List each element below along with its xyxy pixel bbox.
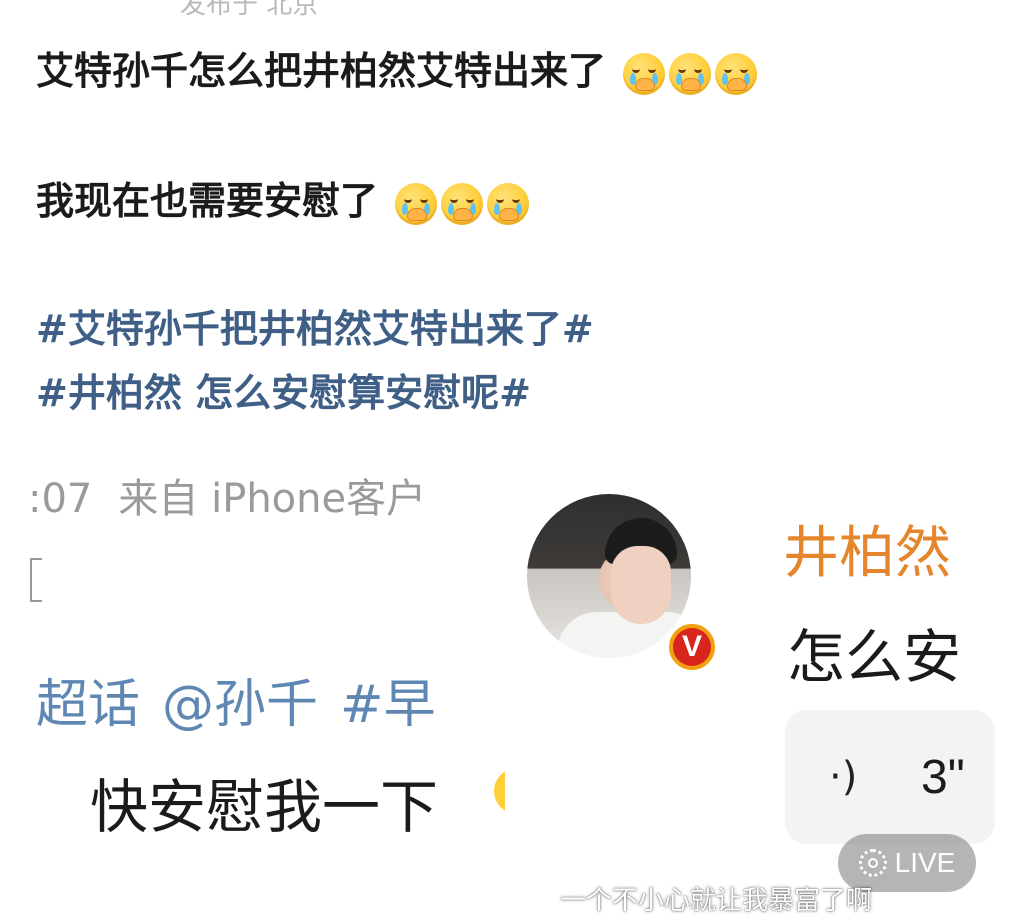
cut-off-glyph: [30, 558, 42, 602]
watermark: 一个不小心就让我暴富了啊: [560, 886, 873, 916]
post-text: 艾特孙千怎么把井柏然艾特出来了: [36, 49, 607, 93]
sound-wave-icon: ·): [829, 754, 858, 800]
embedded-screenshot-left: :07 来自 iPhone客户 超话 @孙千 #早 快安慰我一下: [0, 448, 505, 919]
post-text: 我现在也需要安慰了: [36, 179, 379, 223]
hashtag-link[interactable]: #井柏然 怎么安慰算安慰呢#: [36, 374, 531, 412]
emoji-group: [623, 52, 758, 95]
post-source: 来自 iPhone客户: [118, 476, 427, 522]
crying-face-emoji: [487, 182, 530, 225]
cut-off-header: 发布于 北京: [180, 0, 319, 20]
voice-message-bubble[interactable]: ·) 3": [785, 710, 995, 844]
emoji-icon: [494, 768, 505, 814]
hashtag-link[interactable]: #早: [340, 675, 436, 735]
avatar[interactable]: [527, 494, 691, 658]
crying-face-emoji: [395, 182, 438, 225]
cut-off-tags: 超话 @孙千 #早: [36, 662, 458, 737]
post-meta: :07 来自 iPhone客户: [28, 466, 426, 524]
post-time: :07: [28, 476, 93, 522]
message-preview: 怎么安: [787, 623, 962, 691]
username[interactable]: 井柏然: [783, 508, 951, 589]
live-label: LIVE: [894, 847, 956, 878]
emoji-group: [395, 182, 530, 225]
crying-face-emoji: [623, 52, 666, 95]
crying-face-emoji: [715, 52, 758, 95]
live-photo-icon: [858, 849, 887, 877]
voice-duration: 3": [921, 751, 965, 804]
super-topic-link[interactable]: 超话: [36, 675, 140, 735]
post-text-line-2: 我现在也需要安慰了: [36, 179, 530, 225]
crying-face-emoji: [669, 52, 712, 95]
crying-face-emoji: [441, 182, 484, 225]
mention-link[interactable]: @孙千: [162, 675, 318, 735]
post-text-line-1: 艾特孙千怎么把井柏然艾特出来了: [36, 49, 758, 95]
screenshot-post-text: 快安慰我一下: [90, 773, 439, 841]
verified-badge-icon: V: [665, 620, 719, 674]
hashtag-link[interactable]: #艾特孙千把井柏然艾特出来了#: [36, 310, 594, 348]
